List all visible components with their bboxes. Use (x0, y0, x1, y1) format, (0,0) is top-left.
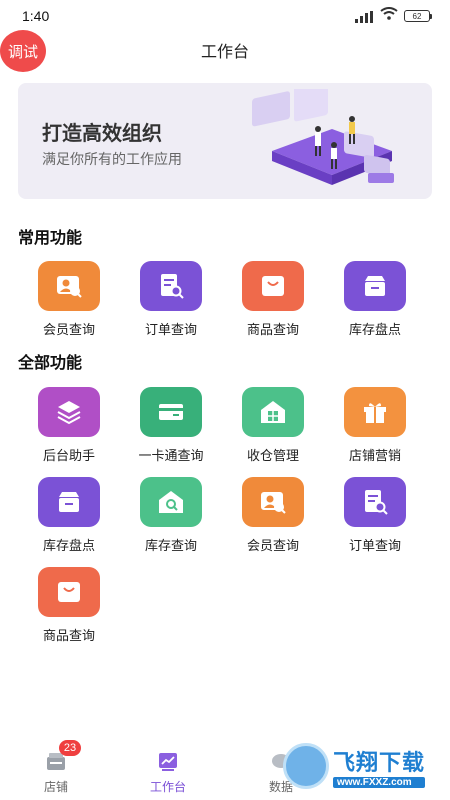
product-bag-icon (38, 567, 100, 617)
function-label: 收仓管理 (246, 448, 299, 463)
order-search-icon (140, 261, 202, 311)
store-badge: 23 (59, 740, 81, 756)
function-label: 订单查询 (348, 538, 401, 553)
tab-workbench-label: 工作台 (149, 780, 186, 794)
function-item-member-search[interactable]: 会员查询 (223, 477, 323, 557)
debug-button[interactable]: 调试 (0, 30, 46, 72)
function-item-order-search[interactable]: 订单查询 (325, 477, 425, 557)
banner-illustration (252, 89, 394, 185)
function-item-warehouse[interactable]: 收仓管理 (223, 387, 323, 467)
workbench-chart-icon (159, 753, 177, 771)
watermark-url: www.FXXZ.com (333, 776, 426, 788)
order-search-icon (344, 477, 406, 527)
banner-subtitle: 满足你所有的工作应用 (42, 151, 182, 167)
inventory-box-icon (38, 477, 100, 527)
function-label: 商品查询 (42, 628, 95, 643)
function-label: 库存盘点 (42, 538, 95, 553)
status-bar: 1:40 62 (0, 0, 450, 32)
function-label: 库存盘点 (348, 322, 401, 337)
function-item-layers[interactable]: 后台助手 (19, 387, 119, 467)
function-label: 会员查询 (42, 322, 95, 337)
function-item-inventory-box[interactable]: 库存盘点 (19, 477, 119, 557)
layers-icon (38, 387, 100, 437)
tab-workbench[interactable]: 工作台 (133, 745, 203, 800)
watermark-text: 飞翔下载 (333, 749, 426, 775)
function-label: 商品查询 (246, 322, 299, 337)
function-item-member-search[interactable]: 会员查询 (19, 261, 119, 341)
function-item-gift[interactable]: 店铺营销 (325, 387, 425, 467)
stock-search-icon (140, 477, 202, 527)
inventory-box-icon (344, 261, 406, 311)
page-title: 工作台 (200, 44, 249, 61)
banner-title: 打造高效组织 (42, 123, 162, 145)
status-time: 1:40 (22, 8, 50, 24)
tab-store[interactable]: 23 店铺 (21, 740, 91, 800)
page-header: 工作台 (0, 32, 450, 68)
function-label: 订单查询 (144, 322, 197, 337)
function-item-inventory-box[interactable]: 库存盘点 (325, 261, 425, 341)
signal-icon (354, 10, 374, 23)
watermark-logo: 飞翔下载 www.FXXZ.com (283, 742, 445, 790)
function-item-order-search[interactable]: 订单查询 (121, 261, 221, 341)
product-bag-icon (242, 261, 304, 311)
member-search-icon (242, 477, 304, 527)
battery-icon: 62 (404, 10, 432, 22)
wifi-icon (380, 7, 398, 25)
all-section-title: 全部功能 (18, 355, 83, 372)
function-item-stock-search[interactable]: 库存查询 (121, 477, 221, 557)
watermark-bird-icon (283, 743, 329, 789)
member-search-icon (38, 261, 100, 311)
card-icon (140, 387, 202, 437)
function-label: 库存查询 (144, 538, 197, 553)
function-label: 店铺营销 (348, 448, 401, 463)
gift-icon (344, 387, 406, 437)
function-item-product-bag[interactable]: 商品查询 (19, 567, 119, 647)
function-item-card[interactable]: 一卡通查询 (121, 387, 221, 467)
warehouse-icon (242, 387, 304, 437)
promo-banner[interactable]: 打造高效组织 满足你所有的工作应用 (18, 83, 432, 199)
function-label: 会员查询 (246, 538, 299, 553)
function-label: 后台助手 (42, 448, 95, 463)
tab-store-label: 店铺 (43, 780, 68, 794)
status-icons: 62 (354, 7, 432, 25)
common-section-title: 常用功能 (18, 230, 83, 247)
function-label: 一卡通查询 (138, 448, 204, 463)
function-item-product-bag[interactable]: 商品查询 (223, 261, 323, 341)
